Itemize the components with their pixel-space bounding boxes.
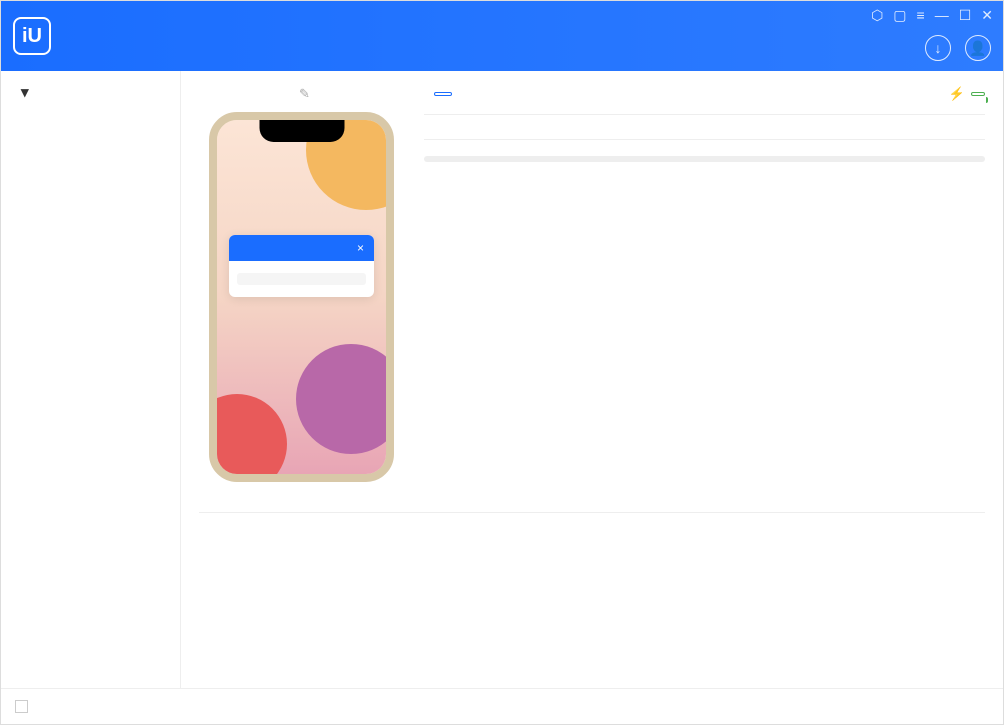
close-icon[interactable]: ✕ (981, 7, 993, 24)
logo-icon: iU (13, 17, 51, 55)
phone-preview-column: ✎ × (199, 86, 404, 502)
bolt-icon: ⚡ (949, 86, 965, 102)
menu-icon[interactable]: ≡ (917, 7, 925, 24)
phone-name[interactable]: ✎ (293, 86, 310, 102)
battery-level (971, 92, 985, 96)
storage-text (424, 140, 985, 156)
phone-mockup: × (209, 112, 394, 482)
download-icon[interactable]: ↓ (925, 35, 951, 61)
recycle-card: × (229, 235, 374, 297)
logo: iU (13, 17, 59, 55)
user-icon[interactable]: 👤 (965, 35, 991, 61)
titlebar: iU ⬡ ▢ ≡ — ☐ ✕ ↓ 👤 (1, 1, 1003, 71)
edit-icon[interactable]: ✎ (299, 86, 310, 102)
theme-icon[interactable]: ⬡ (871, 7, 883, 24)
header-actions: ↓ 👤 (925, 35, 991, 61)
action-grid (199, 512, 985, 536)
chevron-down-icon: ▾ (21, 83, 29, 101)
minimize-icon[interactable]: — (935, 7, 949, 24)
statusbar (1, 688, 1003, 724)
window-controls: ⬡ ▢ ≡ — ☐ ✕ (871, 7, 993, 24)
storage-badge (434, 92, 452, 96)
sidebar: ▾ (1, 71, 181, 688)
main-content: ✎ × (181, 71, 1003, 688)
maximize-icon[interactable]: ☐ (959, 7, 972, 24)
itunes-checkbox[interactable] (15, 700, 28, 713)
close-icon[interactable]: × (357, 241, 364, 255)
feedback-icon[interactable]: ▢ (893, 7, 906, 24)
sidebar-device-selector[interactable]: ▾ (1, 83, 180, 113)
device-info-column: ⚡ (424, 86, 985, 502)
